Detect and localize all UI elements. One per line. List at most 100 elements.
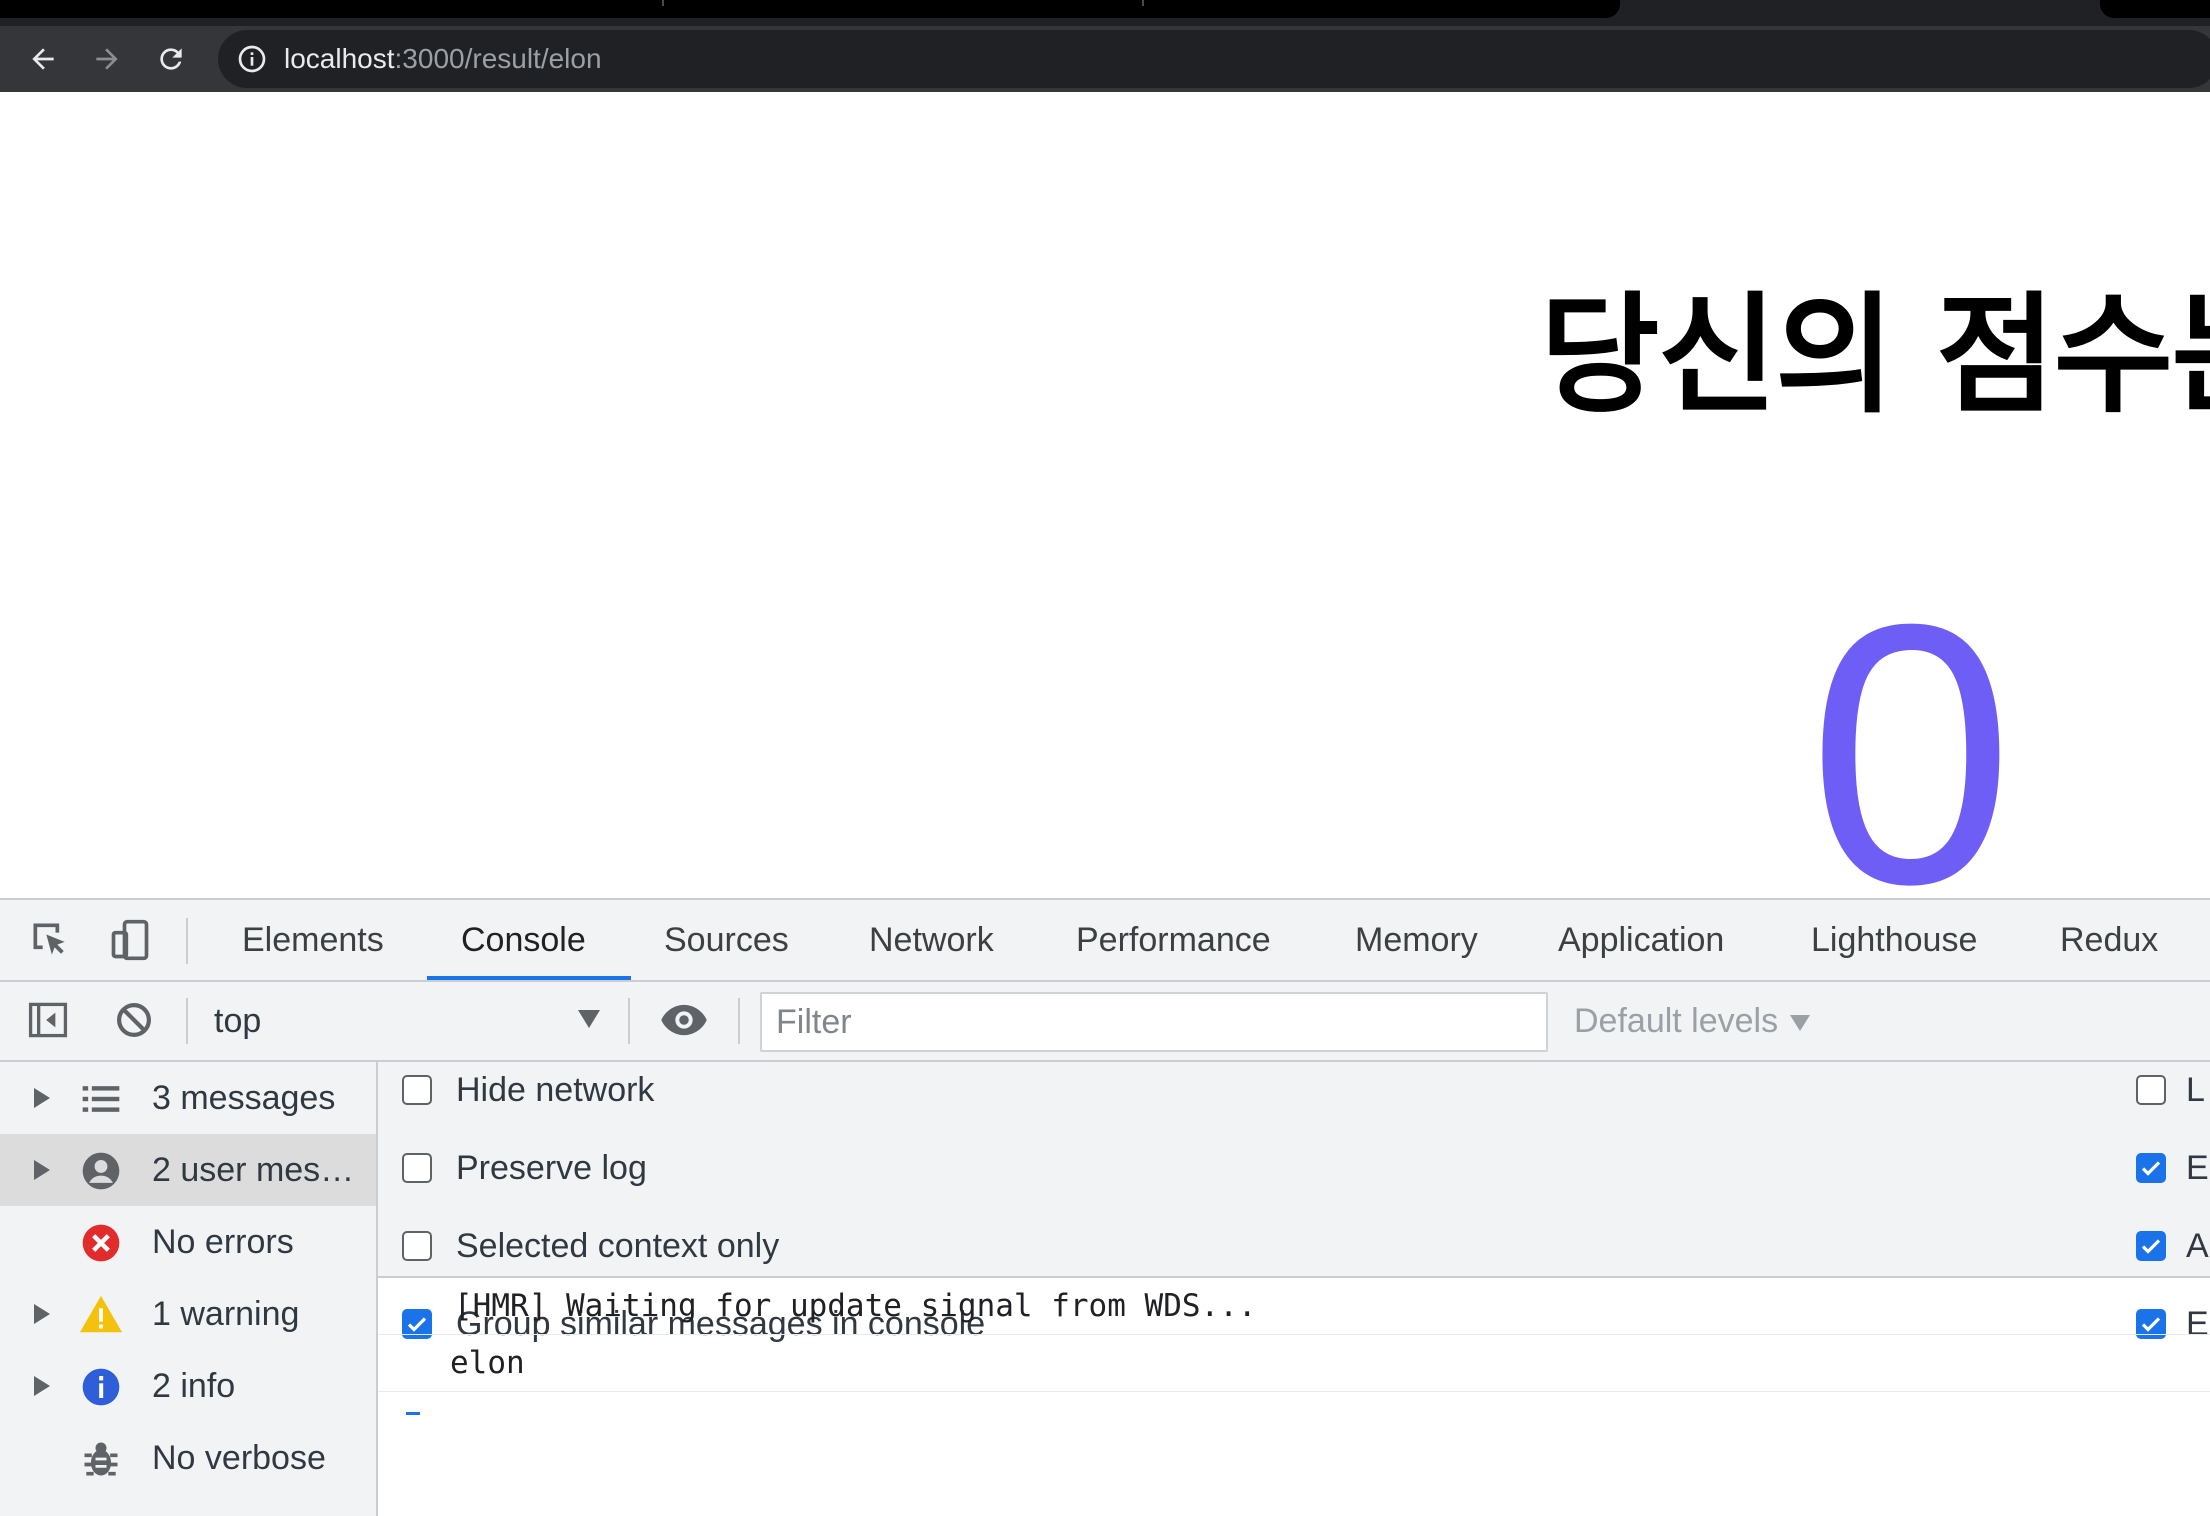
toolbar-divider bbox=[628, 998, 630, 1044]
back-button[interactable] bbox=[18, 34, 68, 84]
tab-console[interactable]: Console bbox=[461, 900, 586, 980]
console-toolbar: top Default levels bbox=[0, 982, 2210, 1062]
console-message[interactable]: [HMR] Waiting for update signal from WDS… bbox=[378, 1278, 2210, 1335]
info-icon bbox=[78, 1364, 124, 1410]
sidebar-item-user-messages[interactable]: 2 user mes… bbox=[0, 1134, 376, 1206]
console-prompt-icon bbox=[406, 1412, 420, 1423]
browser-toolbar: localhost:3000/result/elon bbox=[0, 26, 2210, 92]
setting-right-1[interactable]: L bbox=[2136, 1064, 2205, 1116]
console-main: Hide network Preserve log Selected conte… bbox=[378, 1062, 2210, 1516]
tab-memory[interactable]: Memory bbox=[1355, 900, 1478, 980]
eye-icon bbox=[661, 1004, 707, 1036]
device-toolbar-button[interactable] bbox=[104, 914, 156, 966]
tab-network[interactable]: Network bbox=[869, 900, 994, 980]
tab-sources[interactable]: Sources bbox=[664, 900, 789, 980]
dropdown-arrow-icon bbox=[1790, 1015, 1811, 1032]
setting-right-2[interactable]: E bbox=[2136, 1142, 2209, 1194]
setting-right-3[interactable]: A bbox=[2136, 1220, 2209, 1272]
bug-icon bbox=[78, 1436, 124, 1482]
setting-label: L bbox=[2186, 1070, 2205, 1109]
log-levels-label: Default levels bbox=[1574, 1002, 1779, 1040]
active-tab-indicator bbox=[427, 976, 631, 980]
clear-console-button[interactable] bbox=[108, 994, 160, 1046]
sidebar-item-label: No errors bbox=[152, 1223, 294, 1261]
log-levels-dropdown[interactable]: Default levels bbox=[1574, 982, 1811, 1060]
setting-label: E bbox=[2186, 1148, 2209, 1187]
info-icon[interactable] bbox=[236, 43, 268, 75]
reload-icon bbox=[160, 48, 182, 70]
clear-icon bbox=[117, 1003, 151, 1037]
tab-redux[interactable]: Redux bbox=[2060, 900, 2158, 980]
sidebar-item-info[interactable]: 2 info bbox=[0, 1350, 376, 1422]
user-icon bbox=[78, 1148, 124, 1194]
setting-label: Selected context only bbox=[456, 1226, 780, 1265]
console-sidebar: 3 messages 2 user mes… No errors 1 warni… bbox=[0, 1062, 378, 1516]
setting-hide-network[interactable]: Hide network bbox=[402, 1064, 654, 1116]
console-message[interactable]: elon bbox=[378, 1335, 2210, 1392]
expand-caret-icon[interactable] bbox=[34, 1304, 50, 1324]
checkbox-checked[interactable] bbox=[2136, 1153, 2166, 1183]
page-viewport: 당신의 점수는 0 bbox=[0, 92, 2210, 898]
sidebar-toggle-icon bbox=[28, 1002, 68, 1038]
tab-lighthouse[interactable]: Lighthouse bbox=[1811, 900, 1977, 980]
filter-input[interactable] bbox=[762, 994, 1546, 1050]
tab-separator bbox=[1142, 0, 1144, 6]
arrow-left-icon bbox=[32, 48, 54, 70]
device-icon bbox=[111, 919, 149, 961]
show-sidebar-button[interactable] bbox=[22, 994, 74, 1046]
arrow-right-icon bbox=[96, 48, 118, 70]
checkbox[interactable] bbox=[2136, 1075, 2166, 1105]
browser-tab[interactable] bbox=[2100, 0, 2210, 18]
console-message-text: elon bbox=[450, 1345, 525, 1381]
sidebar-item-label: 3 messages bbox=[152, 1079, 336, 1117]
browser-tab[interactable] bbox=[0, 0, 1620, 18]
error-icon bbox=[78, 1220, 124, 1266]
address-bar[interactable]: localhost:3000/result/elon bbox=[218, 30, 2210, 88]
console-settings-pane: Hide network Preserve log Selected conte… bbox=[378, 1062, 2210, 1343]
context-selector[interactable]: top bbox=[214, 982, 614, 1060]
tab-separator bbox=[662, 0, 664, 6]
setting-label: Hide network bbox=[456, 1070, 655, 1109]
tab-performance[interactable]: Performance bbox=[1076, 900, 1271, 980]
warning-icon bbox=[78, 1292, 124, 1338]
sidebar-item-errors[interactable]: No errors bbox=[0, 1206, 376, 1278]
toolbar-divider bbox=[186, 918, 188, 964]
checkbox-checked[interactable] bbox=[2136, 1231, 2166, 1261]
setting-selected-context[interactable]: Selected context only bbox=[402, 1220, 779, 1272]
sidebar-item-verbose[interactable]: No verbose bbox=[0, 1422, 376, 1494]
tab-elements[interactable]: Elements bbox=[242, 900, 384, 980]
url-text[interactable]: localhost:3000/result/elon bbox=[284, 30, 602, 88]
sidebar-item-warnings[interactable]: 1 warning bbox=[0, 1278, 376, 1350]
forward-button[interactable] bbox=[82, 34, 132, 84]
expand-caret-icon[interactable] bbox=[34, 1160, 50, 1180]
dropdown-arrow-icon[interactable] bbox=[578, 1010, 600, 1028]
live-expression-button[interactable] bbox=[658, 994, 710, 1046]
list-icon bbox=[78, 1076, 124, 1122]
devtools-tab-bar: Elements Console Sources Network Perform… bbox=[0, 900, 2210, 982]
checkmark-icon bbox=[2141, 1239, 2161, 1254]
inspect-element-button[interactable] bbox=[24, 914, 76, 966]
sidebar-item-messages[interactable]: 3 messages bbox=[0, 1062, 376, 1134]
checkmark-icon bbox=[2141, 1161, 2161, 1176]
checkbox[interactable] bbox=[402, 1153, 432, 1183]
browser-tab-strip bbox=[0, 0, 2210, 26]
reload-button[interactable] bbox=[146, 34, 196, 84]
context-value: top bbox=[214, 1002, 262, 1040]
result-heading: 당신의 점수는 bbox=[1540, 279, 2210, 431]
setting-preserve-log[interactable]: Preserve log bbox=[402, 1142, 647, 1194]
toolbar-divider bbox=[738, 998, 740, 1044]
devtools-panel: Elements Console Sources Network Perform… bbox=[0, 898, 2210, 1516]
expand-caret-icon[interactable] bbox=[34, 1376, 50, 1396]
console-message-text: [HMR] Waiting for update signal from WDS… bbox=[454, 1288, 1257, 1324]
filter-field[interactable] bbox=[760, 992, 1548, 1052]
setting-label: A bbox=[2186, 1226, 2209, 1265]
setting-label: Preserve log bbox=[456, 1148, 647, 1187]
inspect-cursor-icon bbox=[33, 923, 65, 955]
checkbox[interactable] bbox=[402, 1231, 432, 1261]
sidebar-item-label: 2 user mes… bbox=[152, 1151, 355, 1189]
sidebar-item-label: No verbose bbox=[152, 1439, 326, 1477]
checkbox[interactable] bbox=[402, 1075, 432, 1105]
tab-application[interactable]: Application bbox=[1558, 900, 1724, 980]
expand-caret-icon[interactable] bbox=[34, 1088, 50, 1108]
url-host: localhost bbox=[284, 43, 395, 74]
